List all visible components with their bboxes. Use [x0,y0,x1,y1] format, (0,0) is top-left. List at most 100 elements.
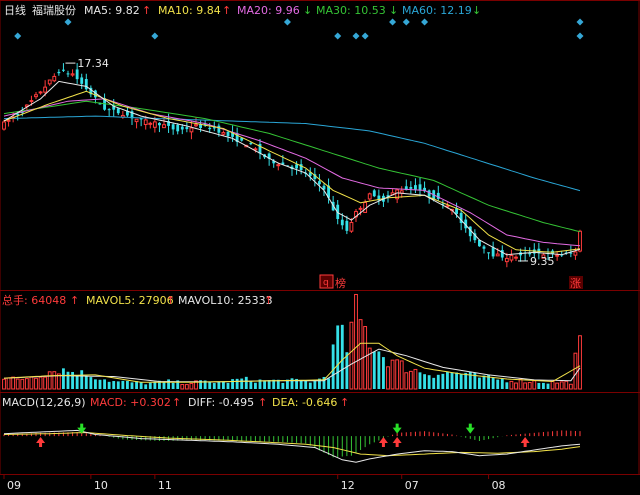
volume-bar-down [372,351,376,389]
sell-signal-arrow-icon [392,423,402,434]
volume-bar-up [395,359,400,390]
candle-down [158,122,161,126]
badge-bang[interactable]: 榜 q [319,274,346,290]
volume-bar-down [464,372,468,389]
total-volume-trend-icon: ↑ [70,294,79,307]
candle-down [171,124,175,130]
candle-up [276,164,281,167]
volume-bar-down [313,380,317,389]
dea-trend-icon: ↑ [340,396,349,409]
volume-bar-up [527,382,532,390]
volume-bar-up [532,380,537,390]
volume-bar-down [126,380,129,389]
price-legend: 日线 福瑞股份 MA5: 9.82 ↑ MA10: 9.84 ↑ MA20: 9… [4,3,481,17]
volume-bar-up [34,377,38,390]
candle-up [143,119,148,126]
volume-bar-down [107,381,111,389]
ma60-trend-icon: ↓ [472,4,481,17]
mavol5-trend-icon: ↑ [166,294,175,307]
candle-down [57,71,61,74]
candle-up [152,121,157,128]
volume-bar-down [217,381,221,389]
volume-bar-down [208,381,212,389]
ma10-trend-icon: ↑ [222,4,231,17]
volume-bar-down [66,371,70,389]
stock-name[interactable]: 福瑞股份 [32,3,76,17]
volume-bar-down [382,357,385,389]
volume-bar-down [546,383,550,389]
badge-bang-label[interactable]: 榜 [335,276,346,290]
volume-bar-up [399,360,404,390]
volume-bar-up [578,335,582,390]
volume-bar-up [189,382,194,390]
volume-bar-down [478,377,481,389]
ma5-line [3,80,581,256]
volume-bar-down [94,379,97,389]
macd-value-legend: MACD: +0.302 [90,396,171,409]
price-panel [2,18,584,268]
candle-up [38,91,43,94]
candle-down [409,187,413,189]
volume-bar-down [226,382,230,389]
candle-up [509,254,514,261]
volume-bar-down [304,380,308,389]
volume-bar-down [340,324,344,389]
volume-bar-up [564,380,569,390]
candle-down [180,126,184,130]
ma30-legend: MA30: 10.53 [316,4,386,17]
volume-bar-up [47,371,52,390]
low-annotation: 9.35 [518,255,555,268]
volume-bar-up [180,383,185,390]
candle-up [47,79,52,85]
volume-bar-down [345,352,349,389]
volume-bar-down [446,371,449,389]
badge-bang-icon[interactable]: q [323,278,329,288]
macd-legend: MACD(12,26,9) MACD: +0.302 ↑ DIFF: -0.49… [2,396,349,409]
volume-bar-up [559,381,564,390]
candle-up [363,201,368,213]
volume-bar-up [550,380,555,390]
candle-down [208,127,212,130]
candle-up [349,221,354,232]
volume-bar-up [404,372,409,390]
volume-bar-down [240,378,244,389]
volume-bar-down [121,380,125,389]
volume-bar-up [29,376,34,390]
candle-down [107,109,111,111]
volume-bar-up [386,366,390,390]
x-axis-label: 12 [341,479,355,492]
volume-bar-up [24,378,29,390]
volume-bar-down [75,376,79,389]
volume-bar-up [390,359,395,390]
candle-up [555,254,560,257]
candle-up [2,121,6,130]
candle-up [43,86,48,93]
ma5-legend: MA5: 9.82 [84,4,140,17]
volume-bar-up [509,380,514,390]
badge-zhang-label[interactable]: 涨 [570,277,581,290]
volume-bar-up [184,384,189,390]
buy-signal-arrow-icon [378,437,388,447]
volume-bar-down [432,377,436,389]
x-axis: 09 10 11 12 07 08 [3,474,506,492]
badge-zhang[interactable]: 涨 [569,276,583,290]
volume-bar-down [212,383,216,389]
ma10-legend: MA10: 9.84 [158,4,221,17]
macd-name[interactable]: MACD(12,26,9) [2,396,86,409]
x-axis-label: 10 [94,479,108,492]
candle-up [495,253,500,257]
candle-up [34,94,38,98]
volume-bar-down [103,379,106,389]
ma-cross-marker [389,18,397,26]
ma20-legend: MA20: 9.96 [237,4,300,17]
candle-up [148,122,153,125]
x-axis-label: 09 [7,479,21,492]
volume-bar-up [555,382,560,390]
ma-cross-marker [576,32,584,40]
candle-down [249,142,253,145]
ma60-legend: MA60: 12.19 [402,4,472,17]
period-label[interactable]: 日线 [4,3,26,17]
volume-bar-down [222,381,225,389]
ma-cross-marker [352,32,360,40]
volume-panel [2,293,582,390]
